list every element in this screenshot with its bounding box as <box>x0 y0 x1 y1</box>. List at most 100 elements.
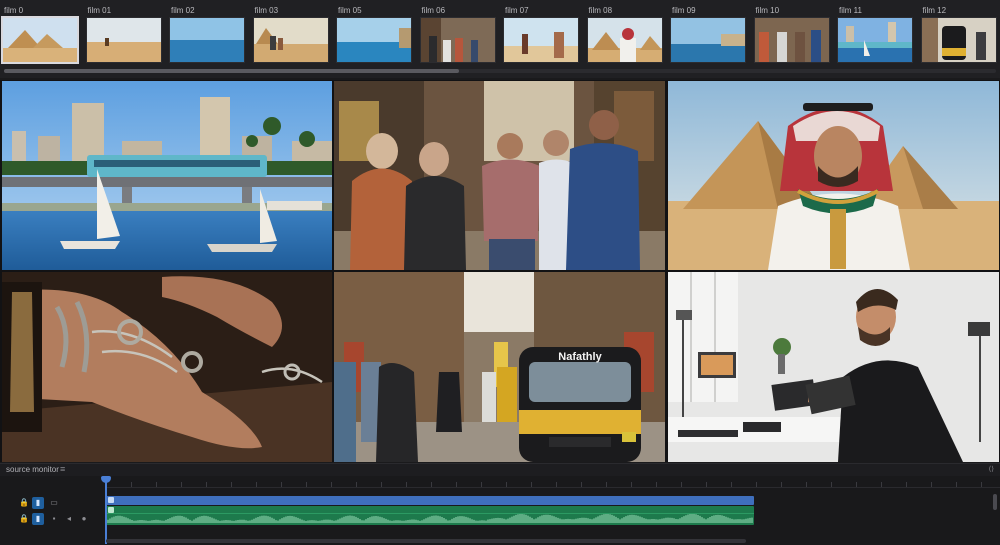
timeline-vertical-scrollbar[interactable] <box>993 494 997 510</box>
timeline-scrollbar[interactable] <box>106 539 746 543</box>
ruler-tick <box>881 482 882 487</box>
film-label: film 08 <box>588 6 613 15</box>
ruler-tick <box>481 482 482 487</box>
film-item[interactable]: film 03 <box>252 4 331 63</box>
ruler-tick <box>431 482 432 487</box>
ruler-tick <box>681 482 682 487</box>
hamburger-icon[interactable]: ≡ <box>60 464 65 474</box>
ruler-tick <box>156 482 157 487</box>
expand-icon[interactable]: ⟨⟩ <box>989 465 994 473</box>
video-clip[interactable] <box>106 496 754 505</box>
editor-workspace-tile[interactable] <box>668 272 999 462</box>
film-item[interactable]: film 01 <box>85 4 164 63</box>
film-thumbnail[interactable] <box>85 17 162 63</box>
ruler-tick <box>206 482 207 487</box>
film-label: film 02 <box>171 6 195 15</box>
market-conversation-tile[interactable] <box>334 81 665 270</box>
ruler-tick <box>756 482 757 487</box>
ruler-tick <box>356 482 357 487</box>
source-monitor-label: source monitor <box>6 465 59 474</box>
film-item[interactable]: film 02 <box>169 4 247 63</box>
film-item[interactable]: film 10 <box>753 4 832 63</box>
film-item[interactable]: film 06 <box>419 4 498 63</box>
man-pyramids-tile[interactable] <box>668 81 999 270</box>
film-label: film 12 <box>922 6 947 15</box>
camera-icon[interactable]: ▭ <box>48 497 60 509</box>
ruler-tick <box>181 482 182 487</box>
ruler-tick <box>981 482 982 487</box>
nile-city-tile[interactable] <box>2 81 332 270</box>
ruler-tick <box>406 482 407 487</box>
video-track-toggle-icon[interactable]: ▮ <box>32 497 44 509</box>
filmstrip: film 0 film 01 film 02 film 03 film 05 film 0… <box>0 0 1000 78</box>
ruler-tick <box>606 482 607 487</box>
mute-icon[interactable]: ▪ <box>48 513 60 525</box>
timeline-ruler[interactable] <box>106 476 1000 488</box>
viewer-grid: Nafathly <box>0 80 1000 462</box>
film-label: film 0 <box>4 6 24 15</box>
film-item[interactable]: film 08 <box>586 4 665 63</box>
film-thumbnail[interactable] <box>336 17 412 63</box>
film-label: film 05 <box>338 6 362 15</box>
lock-icon[interactable]: 🔒 <box>18 497 30 509</box>
film-thumbnail[interactable] <box>920 17 997 63</box>
solo-icon[interactable]: ◂ <box>63 513 75 525</box>
film-thumbnail[interactable] <box>503 17 579 63</box>
audio-waveform <box>106 514 753 523</box>
filmstrip-scrollbar[interactable] <box>4 69 996 73</box>
ruler-tick <box>731 482 732 487</box>
film-thumbnail[interactable] <box>670 17 746 63</box>
film-label: film 10 <box>755 6 780 15</box>
ruler-tick <box>806 482 807 487</box>
audio-clip[interactable] <box>106 506 754 525</box>
film-thumbnail[interactable] <box>837 17 913 63</box>
ruler-tick <box>256 482 257 487</box>
lock-icon[interactable]: 🔒 <box>18 513 30 525</box>
audio-track-toggle-icon[interactable]: ▮ <box>32 513 44 525</box>
film-label: film 03 <box>254 6 279 15</box>
ruler-tick <box>581 482 582 487</box>
ruler-tick <box>131 482 132 487</box>
film-item[interactable]: film 09 <box>670 4 748 63</box>
source-monitor-bar: source monitor ≡ ⟨⟩ <box>0 463 1000 476</box>
film-item[interactable]: film 0 <box>1 4 80 64</box>
ruler-tick <box>956 482 957 487</box>
ruler-tick <box>856 482 857 487</box>
film-thumbnail[interactable] <box>169 17 245 63</box>
filmstrip-scroll-thumb[interactable] <box>4 69 459 73</box>
ruler-tick <box>306 482 307 487</box>
ruler-tick <box>231 482 232 487</box>
timeline: 🔒 ▮ ▭ 🔒 ▮ ▪ ◂ ● <box>0 476 1000 545</box>
ruler-tick <box>556 482 557 487</box>
film-thumbnail[interactable] <box>1 16 79 64</box>
ruler-tick <box>706 482 707 487</box>
film-label: film 06 <box>421 6 446 15</box>
ruler-tick <box>506 482 507 487</box>
tuktuk-sign: Nafathly <box>558 351 602 363</box>
ruler-tick <box>781 482 782 487</box>
film-item[interactable]: film 07 <box>503 4 581 63</box>
film-item[interactable]: film 11 <box>837 4 915 63</box>
film-label: film 01 <box>87 6 112 15</box>
tuktuk-street-tile[interactable]: Nafathly <box>334 272 665 462</box>
film-item[interactable]: film 05 <box>336 4 414 63</box>
ruler-tick <box>281 482 282 487</box>
film-label: film 09 <box>672 6 696 15</box>
ruler-tick <box>631 482 632 487</box>
ruler-tick <box>656 482 657 487</box>
film-item[interactable]: film 12 <box>920 4 999 63</box>
film-thumbnail[interactable] <box>586 17 663 63</box>
ruler-tick <box>531 482 532 487</box>
mic-icon[interactable]: ● <box>78 513 90 525</box>
film-thumbnail[interactable] <box>753 17 830 63</box>
film-label: film 07 <box>505 6 529 15</box>
ruler-tick <box>331 482 332 487</box>
film-thumbnail[interactable] <box>419 17 496 63</box>
clip-fx-icon <box>108 497 114 503</box>
jewelry-hands-tile[interactable] <box>2 272 332 462</box>
film-label: film 11 <box>839 6 862 15</box>
ruler-tick <box>831 482 832 487</box>
ruler-tick <box>931 482 932 487</box>
playhead[interactable] <box>105 477 107 544</box>
film-thumbnail[interactable] <box>252 17 329 63</box>
